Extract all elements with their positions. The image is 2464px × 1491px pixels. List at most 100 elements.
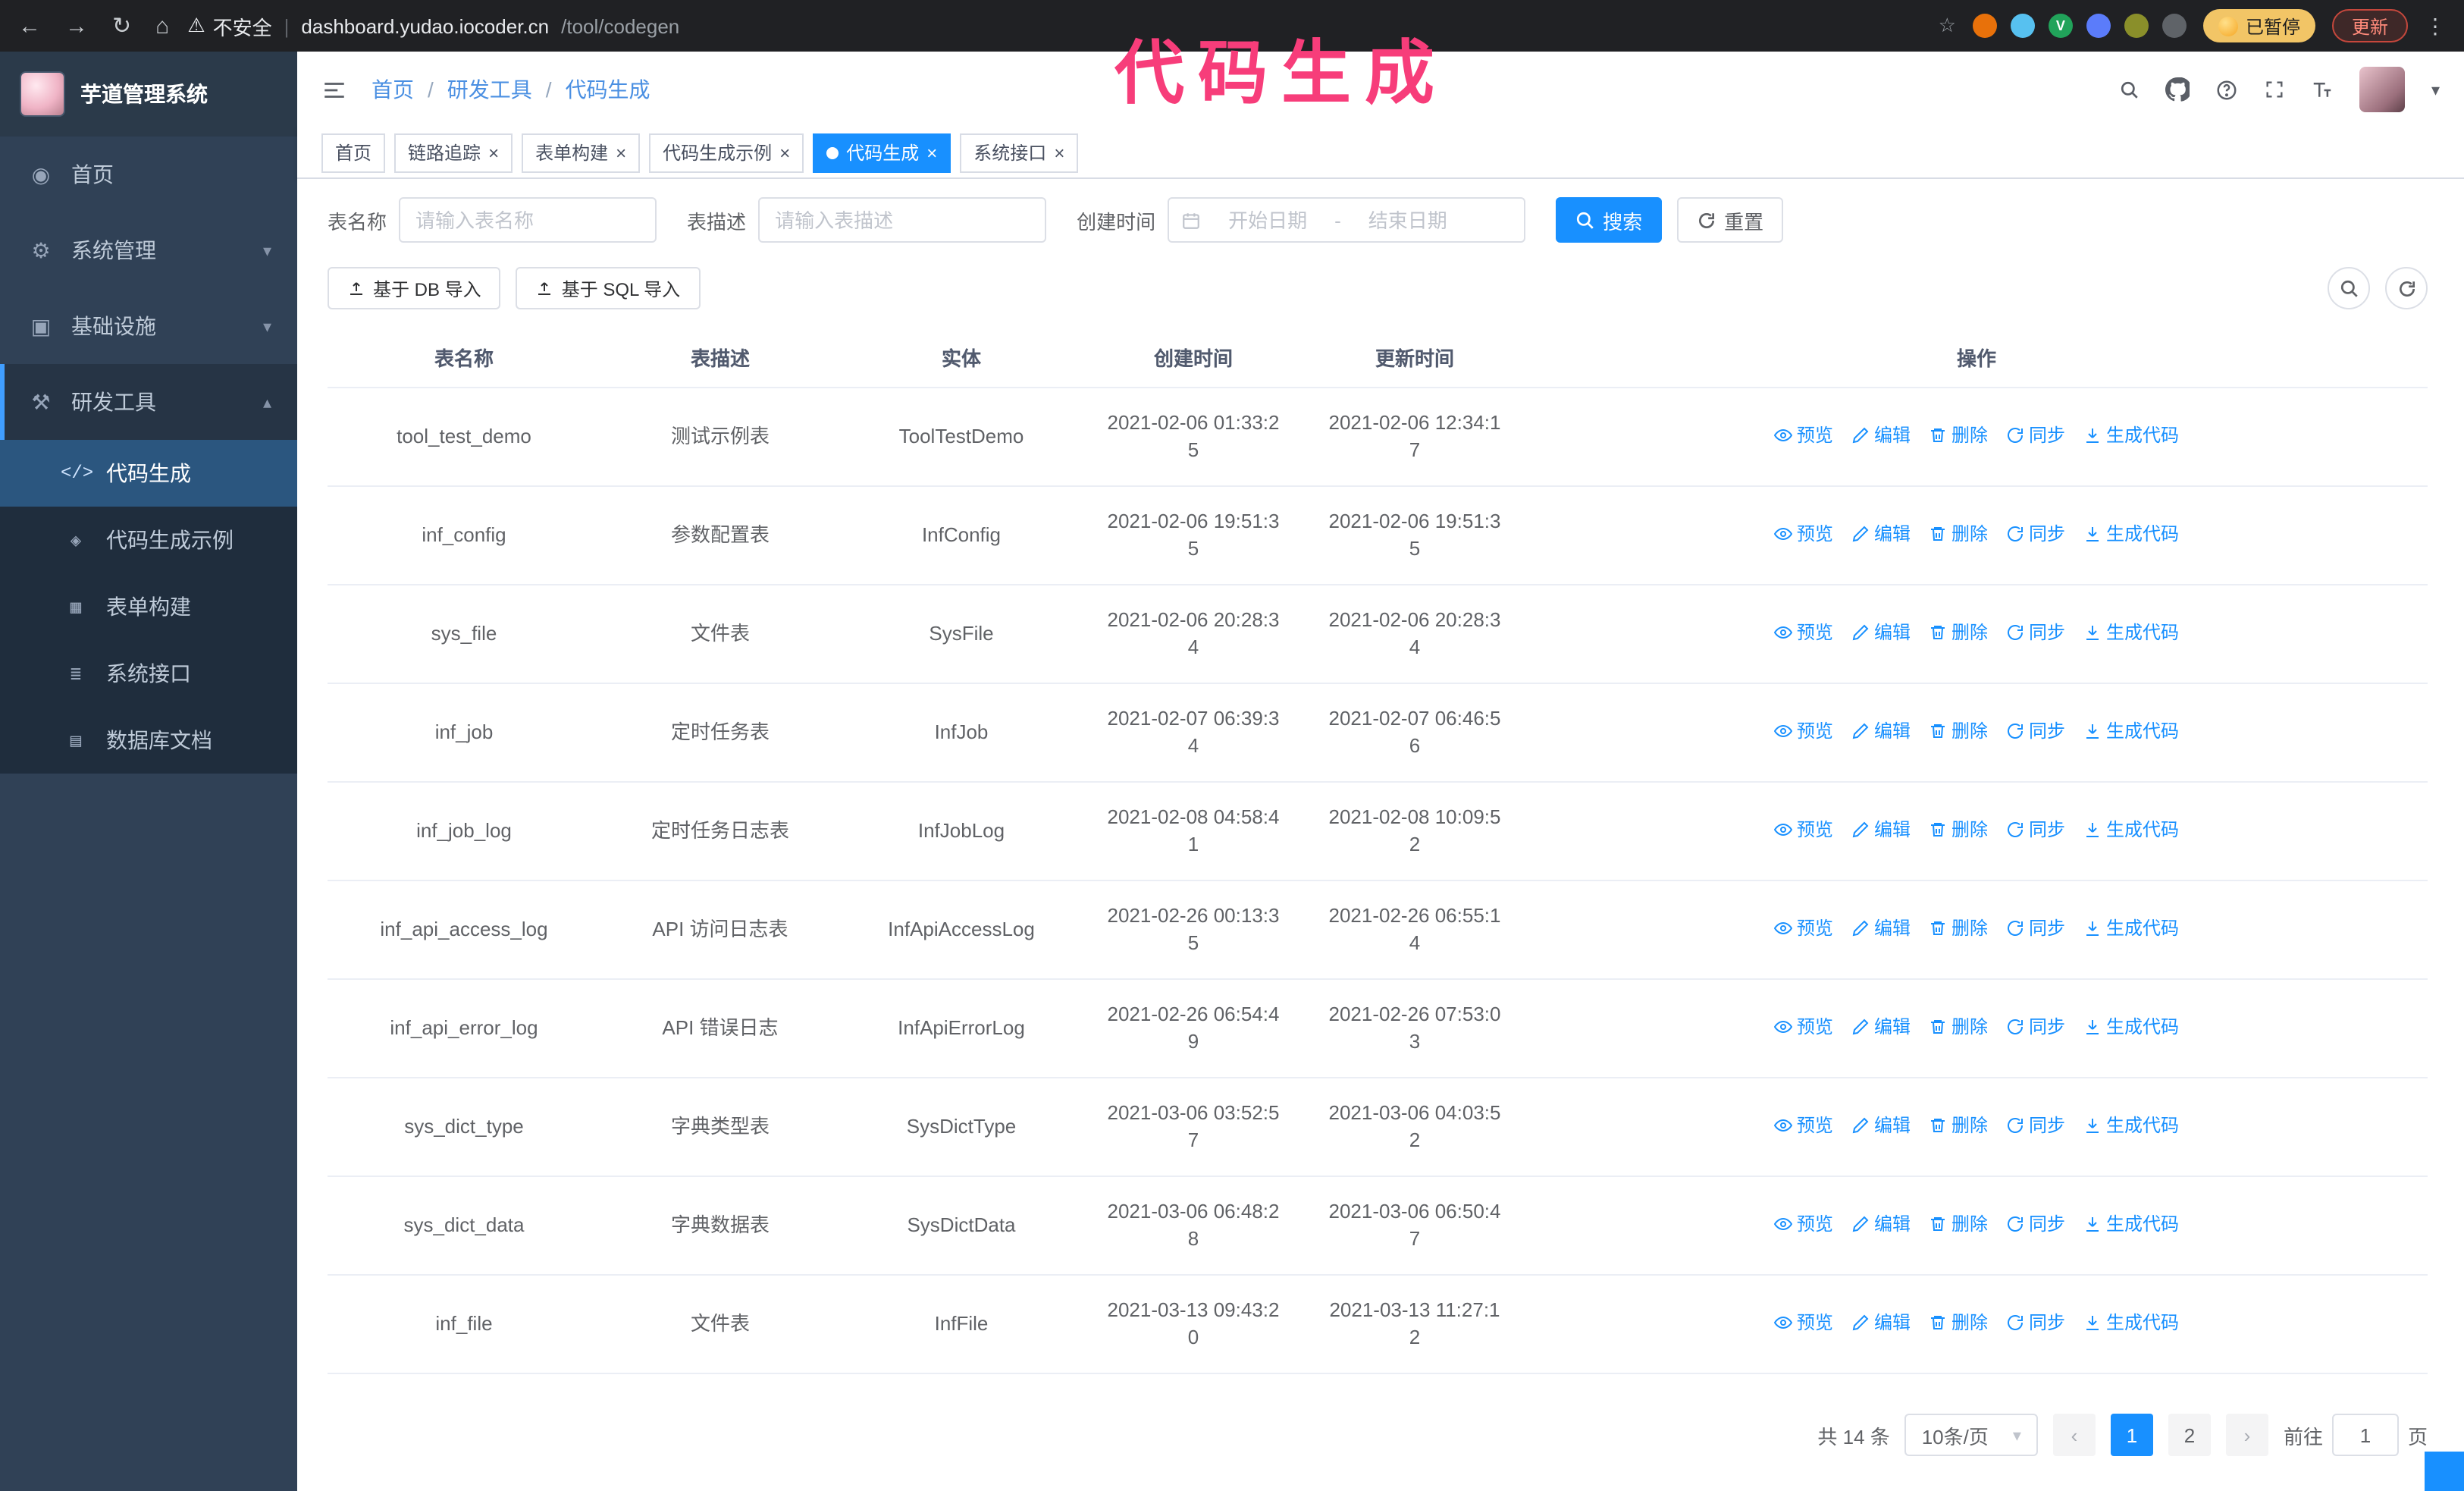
floating-widget[interactable] bbox=[2425, 1452, 2464, 1491]
sync-action[interactable]: 同步 bbox=[2006, 1309, 2065, 1336]
generate-code-action[interactable]: 生成代码 bbox=[2083, 816, 2179, 843]
tab-1[interactable]: 首页 bbox=[321, 133, 386, 172]
question-icon[interactable] bbox=[2216, 78, 2239, 101]
end-date-input[interactable] bbox=[1346, 209, 1469, 231]
sync-action[interactable]: 同步 bbox=[2006, 717, 2065, 745]
browser-menu-icon[interactable]: ⋮ bbox=[2425, 13, 2446, 39]
sidebar-item-3[interactable]: ▣ 基础设施 ▾ bbox=[0, 288, 297, 364]
edit-action[interactable]: 编辑 bbox=[1851, 520, 1911, 548]
close-tab-icon[interactable]: × bbox=[926, 143, 937, 162]
page-button-1[interactable]: 1 bbox=[2110, 1414, 2153, 1456]
delete-action[interactable]: 删除 bbox=[1929, 619, 1988, 646]
preview-action[interactable]: 预览 bbox=[1773, 520, 1833, 548]
fontsize-icon[interactable] bbox=[2312, 78, 2334, 101]
edit-action[interactable]: 编辑 bbox=[1851, 1013, 1911, 1041]
github-icon[interactable] bbox=[2165, 77, 2190, 102]
delete-action[interactable]: 删除 bbox=[1929, 915, 1988, 942]
tab-3[interactable]: 表单构建 × bbox=[522, 133, 641, 172]
refresh-table-button[interactable] bbox=[2385, 267, 2428, 309]
sync-action[interactable]: 同步 bbox=[2006, 816, 2065, 843]
sidebar-item-2[interactable]: ⚙ 系统管理 ▾ bbox=[0, 212, 297, 288]
tab-6[interactable]: 系统接口 × bbox=[960, 133, 1079, 172]
preview-action[interactable]: 预览 bbox=[1773, 816, 1833, 843]
edit-action[interactable]: 编辑 bbox=[1851, 816, 1911, 843]
sync-action[interactable]: 同步 bbox=[2006, 915, 2065, 942]
page-size-select[interactable]: 10条/页 ▾ bbox=[1904, 1414, 2038, 1456]
search-button[interactable]: 搜索 bbox=[1556, 197, 1663, 243]
generate-code-action[interactable]: 生成代码 bbox=[2083, 717, 2179, 745]
table-name-input[interactable] bbox=[399, 197, 657, 243]
close-tab-icon[interactable]: × bbox=[616, 143, 626, 162]
breadcrumb-item[interactable]: 代码生成 bbox=[566, 74, 650, 105]
generate-code-action[interactable]: 生成代码 bbox=[2083, 520, 2179, 548]
sync-action[interactable]: 同步 bbox=[2006, 1210, 2065, 1238]
extension-green-v[interactable]: V bbox=[2048, 14, 2073, 38]
prev-page-button[interactable]: ‹ bbox=[2052, 1414, 2096, 1456]
next-page-button[interactable]: › bbox=[2225, 1414, 2268, 1456]
user-avatar[interactable] bbox=[2359, 67, 2406, 112]
import-sql-button[interactable]: 基于 SQL 导入 bbox=[516, 267, 701, 309]
generate-code-action[interactable]: 生成代码 bbox=[2083, 1309, 2179, 1336]
submenu-item-5[interactable]: ▤ 数据库文档 bbox=[0, 707, 297, 774]
toggle-search-button[interactable] bbox=[2328, 267, 2370, 309]
edit-action[interactable]: 编辑 bbox=[1851, 1210, 1911, 1238]
delete-action[interactable]: 删除 bbox=[1929, 422, 1988, 449]
edit-action[interactable]: 编辑 bbox=[1851, 619, 1911, 646]
tab-5[interactable]: 代码生成 × bbox=[813, 133, 951, 172]
edit-action[interactable]: 编辑 bbox=[1851, 915, 1911, 942]
delete-action[interactable]: 删除 bbox=[1929, 717, 1988, 745]
fullscreen-icon[interactable] bbox=[2265, 79, 2286, 100]
sidebar-item-1[interactable]: ◉ 首页 bbox=[0, 137, 297, 212]
generate-code-action[interactable]: 生成代码 bbox=[2083, 619, 2179, 646]
preview-action[interactable]: 预览 bbox=[1773, 1013, 1833, 1041]
preview-action[interactable]: 预览 bbox=[1773, 422, 1833, 449]
close-tab-icon[interactable]: × bbox=[1054, 143, 1064, 162]
import-db-button[interactable]: 基于 DB 导入 bbox=[328, 267, 501, 309]
preview-action[interactable]: 预览 bbox=[1773, 915, 1833, 942]
sync-action[interactable]: 同步 bbox=[2006, 422, 2065, 449]
search-icon[interactable] bbox=[2121, 80, 2140, 99]
generate-code-action[interactable]: 生成代码 bbox=[2083, 1210, 2179, 1238]
submenu-item-1[interactable]: </> 代码生成 bbox=[0, 440, 297, 507]
edit-action[interactable]: 编辑 bbox=[1851, 717, 1911, 745]
extension-dark[interactable] bbox=[2161, 14, 2187, 38]
extension-cyan[interactable] bbox=[2010, 14, 2035, 38]
tab-2[interactable]: 链路追踪 × bbox=[394, 133, 513, 172]
extension-olive[interactable] bbox=[2124, 14, 2149, 38]
date-range-picker[interactable]: - bbox=[1168, 197, 1526, 243]
reset-button[interactable]: 重置 bbox=[1677, 197, 1784, 243]
preview-action[interactable]: 预览 bbox=[1773, 1112, 1833, 1139]
edit-action[interactable]: 编辑 bbox=[1851, 1112, 1911, 1139]
delete-action[interactable]: 删除 bbox=[1929, 1210, 1988, 1238]
hamburger-icon[interactable] bbox=[321, 77, 347, 102]
update-button[interactable]: 更新 bbox=[2331, 9, 2408, 42]
sync-action[interactable]: 同步 bbox=[2006, 520, 2065, 548]
delete-action[interactable]: 删除 bbox=[1929, 1112, 1988, 1139]
extension-orange[interactable] bbox=[1972, 14, 1997, 38]
table-desc-input[interactable] bbox=[758, 197, 1047, 243]
address-bar[interactable]: ⚠ 不安全 | dashboard.yudao.iocoder.cn/tool/… bbox=[187, 11, 1920, 40]
edit-action[interactable]: 编辑 bbox=[1851, 1309, 1911, 1336]
preview-action[interactable]: 预览 bbox=[1773, 1309, 1833, 1336]
submenu-item-3[interactable]: ▦ 表单构建 bbox=[0, 573, 297, 640]
generate-code-action[interactable]: 生成代码 bbox=[2083, 1112, 2179, 1139]
page-button-2[interactable]: 2 bbox=[2168, 1414, 2211, 1456]
close-tab-icon[interactable]: × bbox=[488, 143, 499, 162]
back-icon[interactable]: ← bbox=[18, 12, 41, 39]
reload-icon[interactable]: ↻ bbox=[112, 12, 131, 39]
submenu-item-2[interactable]: ◈ 代码生成示例 bbox=[0, 507, 297, 573]
generate-code-action[interactable]: 生成代码 bbox=[2083, 422, 2179, 449]
breadcrumb-item[interactable]: 首页 bbox=[371, 74, 414, 105]
sync-action[interactable]: 同步 bbox=[2006, 1013, 2065, 1041]
start-date-input[interactable] bbox=[1207, 209, 1329, 231]
preview-action[interactable]: 预览 bbox=[1773, 1210, 1833, 1238]
submenu-item-4[interactable]: ≣ 系统接口 bbox=[0, 640, 297, 707]
tab-4[interactable]: 代码生成示例 × bbox=[649, 133, 804, 172]
delete-action[interactable]: 删除 bbox=[1929, 1309, 1988, 1336]
breadcrumb-item[interactable]: 研发工具 bbox=[447, 74, 532, 105]
paused-badge[interactable]: 已暂停 bbox=[2202, 9, 2315, 42]
goto-page-input[interactable] bbox=[2331, 1414, 2399, 1456]
generate-code-action[interactable]: 生成代码 bbox=[2083, 915, 2179, 942]
generate-code-action[interactable]: 生成代码 bbox=[2083, 1013, 2179, 1041]
home-icon[interactable]: ⌂ bbox=[155, 12, 169, 39]
